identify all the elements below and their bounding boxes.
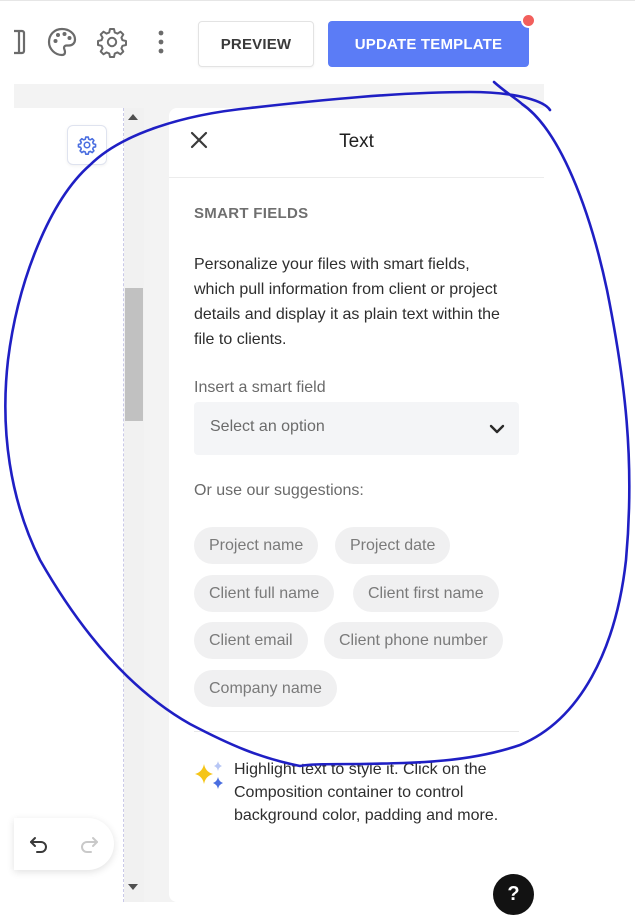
left-margin <box>0 84 14 922</box>
notification-dot <box>521 13 536 28</box>
document-canvas[interactable] <box>14 108 124 902</box>
suggestion-chip-client-full-name[interactable]: Client full name <box>194 575 335 612</box>
suggestion-chip-client-phone-number[interactable]: Client phone number <box>324 622 503 659</box>
palette-icon[interactable] <box>44 24 80 60</box>
text-settings-panel: Text SMART FIELDS Personalize your files… <box>169 108 544 902</box>
suggestion-chip-company-name[interactable]: Company name <box>194 670 337 707</box>
right-margin <box>544 84 635 922</box>
update-template-button[interactable]: UPDATE TEMPLATE <box>328 21 529 67</box>
top-toolbar: PREVIEW UPDATE TEMPLATE <box>0 0 635 84</box>
gear-icon[interactable] <box>94 24 130 60</box>
undo-icon <box>30 837 47 853</box>
smart-field-select[interactable]: Select an option <box>194 402 519 455</box>
scrollbar-thumb[interactable] <box>125 288 143 421</box>
scroll-down-arrow-icon[interactable] <box>128 884 138 890</box>
redo-icon <box>81 837 98 853</box>
gear-icon <box>77 136 97 155</box>
layout-panel-icon[interactable] <box>0 24 36 60</box>
toolbar-top-border <box>0 0 635 1</box>
select-placeholder: Select an option <box>210 418 325 435</box>
styling-tip: Highlight text to style it. Click on the… <box>234 761 499 824</box>
insert-smart-field-label: Insert a smart field <box>194 379 326 396</box>
redo-button[interactable] <box>64 818 114 870</box>
section-title: SMART FIELDS <box>194 205 309 222</box>
block-settings-button[interactable] <box>67 125 107 165</box>
panel-header: Text <box>169 108 544 178</box>
chevron-down-icon <box>489 424 505 434</box>
suggestions-label: Or use our suggestions: <box>194 482 364 499</box>
scroll-up-arrow-icon[interactable] <box>128 114 138 120</box>
suggestion-chip-client-email[interactable]: Client email <box>194 622 308 659</box>
bottom-margin <box>0 902 635 922</box>
canvas-scrollbar[interactable] <box>124 108 144 902</box>
suggestion-chip-client-first-name[interactable]: Client first name <box>353 575 499 612</box>
preview-button[interactable]: PREVIEW <box>198 21 314 67</box>
undo-button[interactable] <box>14 818 64 870</box>
sparkles-icon <box>195 761 223 789</box>
undo-redo-group <box>14 818 114 870</box>
panel-title: Text <box>339 131 374 152</box>
suggestion-chip-project-name[interactable]: Project name <box>194 527 319 564</box>
panel-divider <box>194 731 519 732</box>
help-button[interactable]: ? <box>493 874 534 915</box>
more-vertical-icon[interactable] <box>143 24 179 60</box>
suggestion-chip-project-date[interactable]: Project date <box>335 527 451 564</box>
smart-fields-description: Personalize your files with smart fields… <box>194 256 500 348</box>
